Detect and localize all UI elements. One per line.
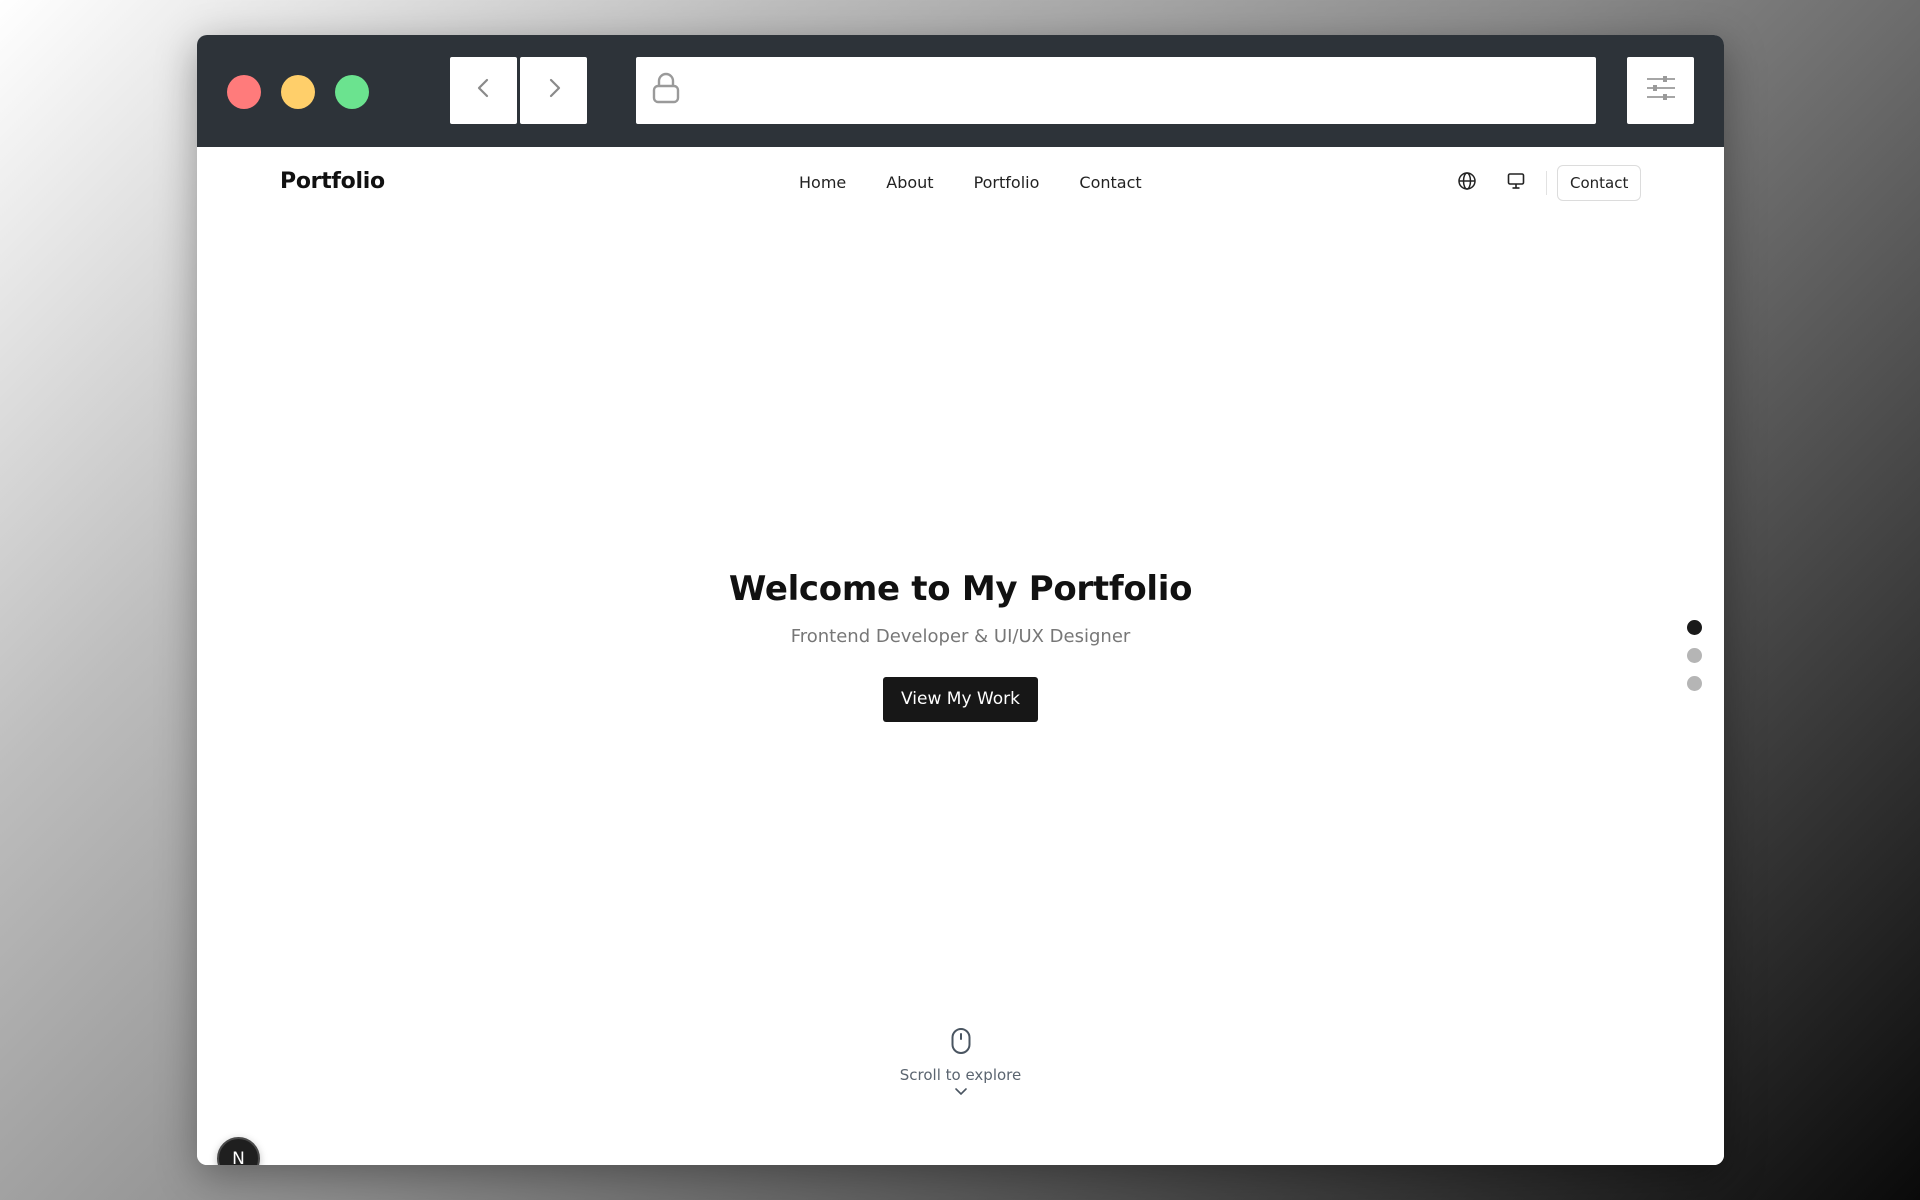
maximize-window-button[interactable] (335, 75, 369, 109)
scroll-hint-label: Scroll to explore (899, 1066, 1022, 1084)
hero-title: Welcome to My Portfolio (728, 569, 1193, 609)
sliders-icon (1645, 74, 1677, 107)
mouse-icon (197, 1027, 1724, 1060)
browser-toolbar (197, 35, 1724, 147)
section-dot[interactable] (1687, 648, 1702, 663)
globe-icon (1457, 171, 1477, 196)
forward-button[interactable] (520, 57, 587, 124)
header-divider (1546, 171, 1547, 195)
language-button[interactable] (1456, 171, 1478, 196)
close-window-button[interactable] (227, 75, 261, 109)
theme-toggle-button[interactable] (1505, 172, 1527, 194)
settings-button[interactable] (1627, 57, 1694, 124)
scroll-hint: Scroll to explore (197, 1027, 1724, 1102)
browser-window: Portfolio Home About Portfolio Contact C… (197, 35, 1724, 1165)
back-button[interactable] (450, 57, 517, 124)
monitor-icon (1506, 171, 1526, 196)
main-nav: Home About Portfolio Contact (799, 173, 1182, 192)
address-bar[interactable] (636, 57, 1596, 124)
web-page: Portfolio Home About Portfolio Contact C… (197, 147, 1724, 1165)
chevron-right-icon (543, 77, 565, 104)
hero-subtitle: Frontend Developer & UI/UX Designer (790, 626, 1131, 647)
site-logo[interactable]: Portfolio (280, 169, 385, 194)
chevron-left-icon (473, 77, 495, 104)
floating-n-badge[interactable]: N (217, 1137, 260, 1165)
hero-section: Welcome to My Portfolio Frontend Develop… (197, 567, 1724, 722)
lock-icon (650, 71, 682, 110)
nav-link-home[interactable]: Home (799, 173, 846, 192)
section-dot[interactable] (1687, 676, 1702, 691)
nav-link-contact[interactable]: Contact (1079, 173, 1141, 192)
view-my-work-button[interactable]: View My Work (883, 677, 1038, 722)
minimize-window-button[interactable] (281, 75, 315, 109)
header-contact-button[interactable]: Contact (1557, 165, 1642, 201)
nav-link-portfolio[interactable]: Portfolio (974, 173, 1040, 192)
section-indicator (1687, 620, 1702, 691)
section-dot[interactable] (1687, 620, 1702, 635)
chevron-down-icon (197, 1084, 1724, 1102)
nav-link-about[interactable]: About (886, 173, 933, 192)
site-header: Portfolio Home About Portfolio Contact C… (197, 147, 1724, 219)
address-input[interactable] (694, 70, 1596, 111)
